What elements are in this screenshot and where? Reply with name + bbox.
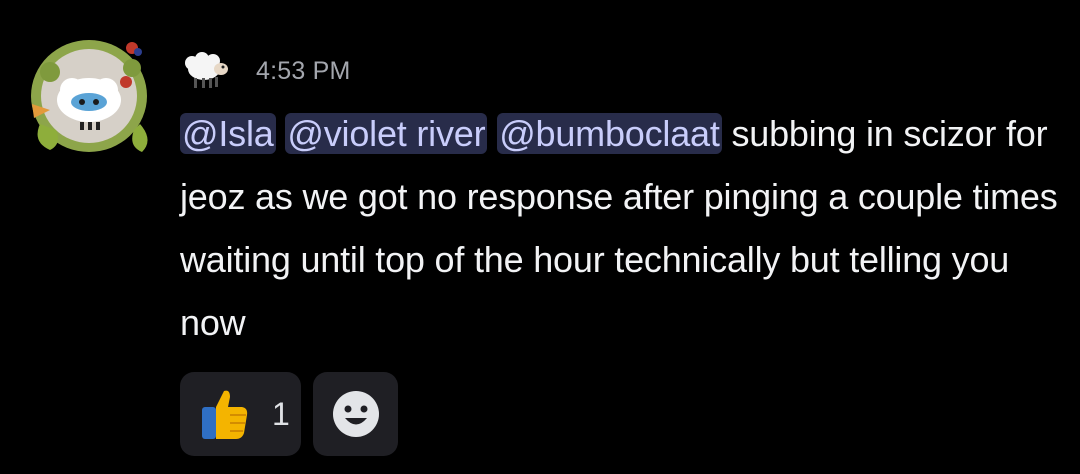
reaction-count: 1 bbox=[272, 395, 290, 432]
reaction-thumbs-up[interactable]: 1 bbox=[180, 372, 301, 456]
message-header: 4:53 PM bbox=[180, 46, 351, 96]
sheep-emoji-icon[interactable] bbox=[180, 49, 230, 93]
chat-message: 4:53 PM @Isla @violet river @bumboclaat … bbox=[0, 0, 1080, 474]
thumbs-up-icon bbox=[196, 385, 254, 443]
message-content: @Isla @violet river @bumboclaat subbing … bbox=[180, 102, 1060, 354]
mention-isla[interactable]: @Isla bbox=[180, 113, 276, 154]
user-avatar[interactable] bbox=[22, 32, 156, 160]
mention-violet-river[interactable]: @violet river bbox=[285, 113, 488, 154]
message-timestamp: 4:53 PM bbox=[256, 56, 351, 85]
avatar-image-icon bbox=[31, 40, 148, 152]
smiley-add-reaction-icon bbox=[332, 391, 379, 437]
add-reaction-button[interactable] bbox=[313, 372, 398, 456]
reactions-bar: 1 bbox=[180, 372, 398, 456]
mention-bumboclaat[interactable]: @bumboclaat bbox=[497, 113, 722, 154]
